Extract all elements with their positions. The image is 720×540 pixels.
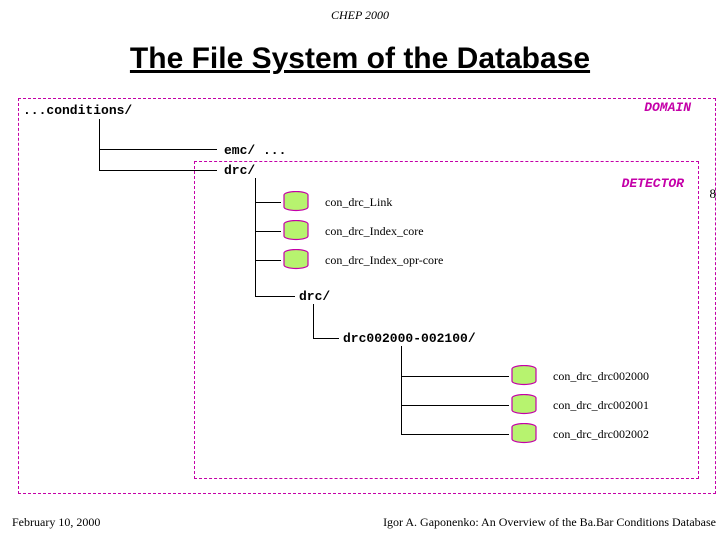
tree-line: [401, 434, 509, 435]
db-cylinder-icon: [511, 426, 537, 442]
tree-line: [255, 296, 295, 297]
root-dir-label: ...conditions/: [23, 103, 132, 118]
tree-line: [313, 338, 339, 339]
tree-line: [313, 304, 314, 338]
footer-author: Igor A. Gaponenko: An Overview of the Ba…: [383, 515, 716, 530]
page-title: The File System of the Database: [0, 42, 720, 76]
tree-line: [401, 346, 402, 434]
db-cylinder-icon: [283, 194, 309, 210]
drc-subdir-label: drc/: [299, 289, 330, 304]
file-label: con_drc_Link: [325, 195, 392, 210]
tree-line: [401, 405, 509, 406]
tree-line: [255, 178, 256, 260]
detector-label: DETECTOR: [622, 176, 684, 191]
emc-label: emc/ ...: [224, 143, 286, 158]
domain-box: DOMAIN ...conditions/ emc/ ... drc/ DETE…: [18, 98, 716, 494]
page-number: 8: [710, 186, 717, 202]
file-label: con_drc_drc002001: [553, 398, 649, 413]
tree-line: [255, 202, 281, 203]
detector-box: DETECTOR con_drc_Link con_drc_Index_core…: [194, 161, 699, 479]
domain-label: DOMAIN: [640, 98, 695, 117]
file-label: con_drc_drc002000: [553, 369, 649, 384]
tree-line: [99, 119, 100, 171]
db-cylinder-icon: [283, 252, 309, 268]
tree-line: [401, 376, 509, 377]
tree-line: [255, 231, 281, 232]
db-cylinder-icon: [283, 223, 309, 239]
file-label: con_drc_Index_core: [325, 224, 424, 239]
db-cylinder-icon: [511, 397, 537, 413]
file-label: con_drc_drc002002: [553, 427, 649, 442]
tree-line: [255, 260, 256, 296]
file-label: con_drc_Index_opr-core: [325, 253, 443, 268]
footer-date: February 10, 2000: [12, 515, 100, 530]
run-dir-label: drc002000-002100/: [343, 331, 476, 346]
tree-line: [255, 260, 281, 261]
event-header: CHEP 2000: [0, 8, 720, 23]
tree-line: [99, 149, 217, 150]
db-cylinder-icon: [511, 368, 537, 384]
